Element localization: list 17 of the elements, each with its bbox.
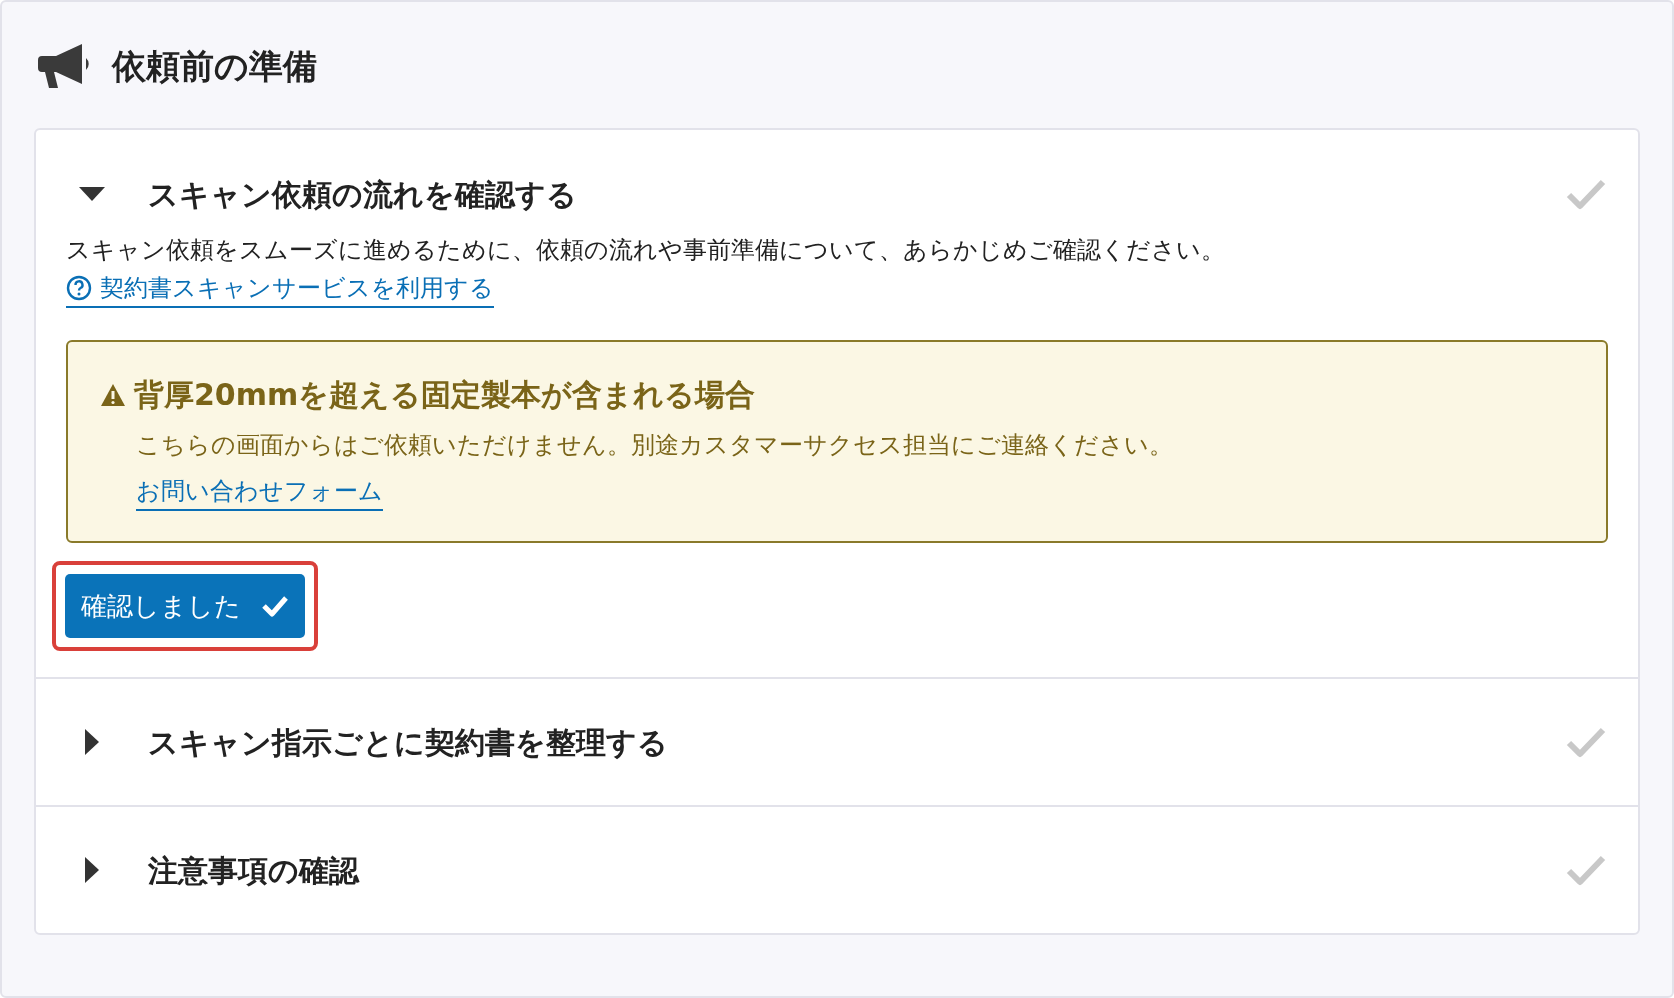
confirm-button[interactable]: 確認しました bbox=[65, 574, 305, 638]
section-title[interactable]: スキャン指示ごとに契約書を整理する bbox=[148, 719, 1566, 765]
section-title[interactable]: スキャン依頼の流れを確認する bbox=[148, 171, 1566, 217]
check-icon bbox=[1566, 854, 1606, 886]
contact-form-link[interactable]: お問い合わせフォーム bbox=[136, 473, 383, 511]
megaphone-icon bbox=[38, 42, 92, 90]
check-icon bbox=[1566, 726, 1606, 758]
warning-icon bbox=[100, 382, 126, 407]
notice-text: こちらの画面からはご依頼いただけません。別途カスタマーサクセス担当にご連絡ください。 bbox=[136, 430, 1174, 461]
help-link[interactable]: 契約書スキャンサービスを利用する bbox=[66, 270, 494, 308]
section-title[interactable]: 注意事項の確認 bbox=[148, 847, 1566, 893]
help-icon bbox=[66, 275, 92, 301]
check-icon bbox=[261, 595, 289, 617]
check-icon bbox=[1566, 178, 1606, 210]
notice-title: 背厚20mmを超える固定製本が含まれる場合 bbox=[134, 376, 756, 414]
page-title: 依頼前の準備 bbox=[112, 44, 317, 88]
section-description: スキャン依頼をスムーズに進めるために、依頼の流れや事前準備について、あらかじめご確認ください。 bbox=[66, 235, 1226, 266]
